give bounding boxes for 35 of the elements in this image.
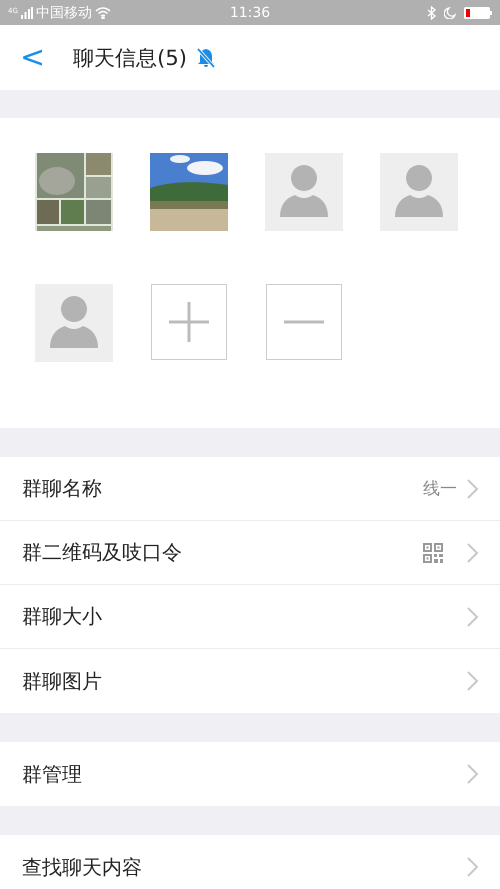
chevron-icon — [467, 764, 478, 784]
remove-member-button[interactable] — [266, 284, 342, 360]
settings-row[interactable]: 群聊图片 — [0, 649, 500, 713]
row-label: 群聊大小 — [22, 603, 103, 630]
row-label: 群聊名称 — [22, 475, 103, 502]
bluetooth-icon — [427, 6, 436, 20]
chevron-icon — [467, 857, 478, 877]
avatar-icon[interactable] — [34, 284, 112, 362]
settings-row[interactable]: 群管理 — [0, 742, 500, 806]
add-member-button[interactable] — [150, 284, 226, 360]
chevron-icon — [467, 542, 478, 562]
chevron-icon — [467, 478, 478, 498]
qr-code-icon — [423, 542, 443, 562]
avatar-icon[interactable] — [380, 153, 458, 231]
moon-icon — [444, 6, 456, 18]
clock-time: 11:36 — [230, 4, 270, 20]
row-label: 群聊图片 — [22, 668, 103, 694]
row-label: 群管理 — [22, 760, 83, 788]
group-name-value: 线一 — [423, 478, 457, 500]
battery-icon — [464, 6, 492, 18]
plus-icon — [168, 302, 208, 342]
settings-row[interactable]: 群聊名称 线一 — [0, 457, 500, 521]
chevron-icon — [467, 671, 478, 691]
avatar-icon[interactable] — [264, 153, 342, 231]
row-label: 查找聊天内容 — [22, 854, 143, 880]
page-title: 聊天信息(5) — [73, 44, 187, 72]
row-label: 群二维码及吱口令 — [22, 539, 183, 566]
carrier-name: 中国移动 — [36, 4, 92, 22]
wifi-icon — [94, 6, 111, 18]
minus-icon — [284, 320, 324, 324]
settings-row[interactable]: 查找聊天内容 — [0, 835, 500, 889]
settings-row[interactable]: 群聊大小 — [0, 585, 500, 649]
settings-row[interactable]: 群二维码及吱口令 — [0, 521, 500, 585]
chevron-icon — [467, 606, 478, 626]
signal-icon — [20, 6, 33, 18]
